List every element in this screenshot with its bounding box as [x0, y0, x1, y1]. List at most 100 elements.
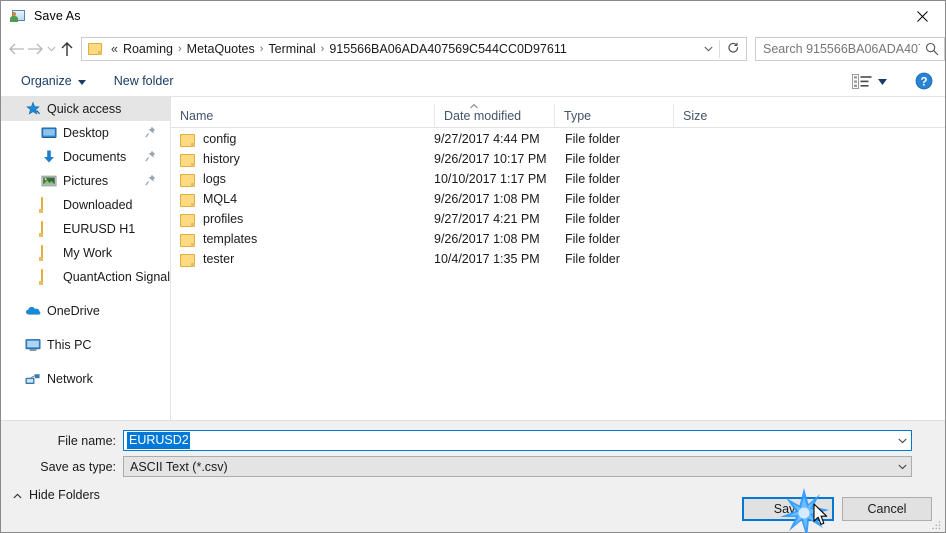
- sidebar-item-label: QuantAction Signal: [63, 270, 171, 284]
- view-list-icon: [852, 73, 872, 89]
- folder-icon: [180, 233, 195, 247]
- save-as-type-label: Save as type:: [40, 459, 116, 474]
- sidebar-item-quantaction-signal[interactable]: QuantAction Signal: [1, 265, 170, 289]
- recent-locations-button[interactable]: [45, 34, 58, 64]
- sidebar-item-downloaded[interactable]: Downloaded: [1, 193, 170, 217]
- arrow-left-icon: [9, 43, 25, 54]
- breadcrumb-roaming[interactable]: Roaming: [120, 42, 176, 56]
- view-mode-button[interactable]: [848, 72, 891, 90]
- sidebar-item-label: Downloaded: [63, 198, 133, 212]
- file-name-label: profiles: [203, 212, 244, 226]
- save-as-icon: [10, 8, 26, 24]
- column-header-type[interactable]: Type: [554, 103, 673, 128]
- table-row[interactable]: config 9/27/2017 4:44 PM File folder: [171, 129, 945, 149]
- file-name-cell[interactable]: history: [171, 152, 434, 167]
- sidebar-item-label: Documents: [63, 150, 127, 164]
- close-button[interactable]: [899, 1, 945, 31]
- folder-icon: [180, 213, 195, 227]
- file-date-cell: 10/10/2017 1:17 PM: [434, 172, 547, 186]
- pictures-icon: [41, 173, 57, 189]
- file-date-cell: 9/26/2017 1:08 PM: [434, 192, 540, 206]
- new-folder-button[interactable]: New folder: [108, 69, 180, 93]
- help-button[interactable]: ?: [915, 72, 933, 90]
- pin-icon[interactable]: [145, 174, 156, 189]
- file-type-cell: File folder: [565, 152, 620, 166]
- breadcrumb-guid[interactable]: 915566BA06ADA407569C544CC0D97611: [326, 42, 569, 56]
- save-button[interactable]: Save: [742, 497, 834, 521]
- file-type-cell: File folder: [565, 232, 620, 246]
- sidebar-item-documents[interactable]: Documents: [1, 145, 170, 169]
- file-name-cell[interactable]: MQL4: [171, 192, 434, 207]
- table-row[interactable]: profiles 9/27/2017 4:21 PM File folder: [171, 209, 945, 229]
- table-row[interactable]: history 9/26/2017 10:17 PM File folder: [171, 149, 945, 169]
- file-name-dropdown-button[interactable]: [894, 431, 911, 450]
- up-button[interactable]: [58, 34, 77, 64]
- file-date-cell: 9/27/2017 4:44 PM: [434, 132, 540, 146]
- forward-button[interactable]: [26, 34, 45, 64]
- search-icon: [920, 42, 944, 56]
- this-pc-icon: [25, 337, 41, 353]
- column-header-size[interactable]: Size: [673, 103, 753, 128]
- file-name-input[interactable]: EURUSD2: [123, 430, 912, 451]
- address-dropdown-button[interactable]: [697, 38, 719, 60]
- column-header-name[interactable]: Name: [171, 104, 434, 128]
- save-as-type-dropdown-button[interactable]: [894, 457, 911, 476]
- folder-icon: [41, 197, 57, 213]
- sidebar-item-label: Desktop: [63, 126, 109, 140]
- file-list-rows: config 9/27/2017 4:44 PM File folder his…: [171, 129, 945, 269]
- sidebar-item-eurusd-h1[interactable]: EURUSD H1: [1, 217, 170, 241]
- file-name-cell[interactable]: config: [171, 132, 434, 147]
- file-name-value: EURUSD2: [127, 432, 190, 449]
- breadcrumb-terminal[interactable]: Terminal: [265, 42, 318, 56]
- folder-icon: [41, 221, 57, 237]
- sidebar-item-onedrive[interactable]: OneDrive: [1, 299, 170, 323]
- pin-icon[interactable]: [145, 150, 156, 165]
- folder-icon: [180, 153, 195, 167]
- file-type-cell: File folder: [565, 172, 620, 186]
- caret-up-icon: [13, 488, 22, 502]
- sidebar-item-desktop[interactable]: Desktop: [1, 121, 170, 145]
- star-pin-icon: [25, 101, 41, 117]
- sidebar-item-network[interactable]: Network: [1, 367, 170, 391]
- file-name-cell[interactable]: templates: [171, 232, 434, 247]
- pin-icon[interactable]: [145, 126, 156, 141]
- table-row[interactable]: tester 10/4/2017 1:35 PM File folder: [171, 249, 945, 269]
- table-row[interactable]: logs 10/10/2017 1:17 PM File folder: [171, 169, 945, 189]
- resize-grip[interactable]: [930, 518, 942, 530]
- save-button-label: Save: [773, 502, 803, 516]
- arrow-right-icon: [28, 43, 43, 54]
- file-type-cell: File folder: [565, 192, 620, 206]
- sidebar-item-pictures[interactable]: Pictures: [1, 169, 170, 193]
- search-input[interactable]: Search 915566BA06ADA40756...: [756, 42, 920, 56]
- folder-icon: [41, 269, 57, 285]
- file-date-cell: 10/4/2017 1:35 PM: [434, 252, 540, 266]
- help-icon: ?: [915, 72, 933, 90]
- file-name-cell[interactable]: profiles: [171, 212, 434, 227]
- onedrive-icon: [25, 303, 41, 319]
- cancel-button[interactable]: Cancel: [842, 497, 932, 521]
- search-box[interactable]: Search 915566BA06ADA40756...: [755, 36, 945, 61]
- sidebar-item-this-pc[interactable]: This PC: [1, 333, 170, 357]
- file-name-cell[interactable]: logs: [171, 172, 434, 187]
- save-as-type-select[interactable]: ASCII Text (*.csv): [123, 456, 912, 477]
- address-bar[interactable]: « Roaming › MetaQuotes › Terminal › 9155…: [81, 36, 747, 61]
- hide-folders-button[interactable]: Hide Folders: [13, 488, 100, 502]
- sidebar-item-label: Quick access: [47, 102, 122, 116]
- table-row[interactable]: MQL4 9/26/2017 1:08 PM File folder: [171, 189, 945, 209]
- breadcrumb-separator: ›: [320, 42, 325, 55]
- close-icon: [916, 10, 928, 22]
- folder-icon: [88, 42, 104, 56]
- chevron-down-icon: [703, 46, 713, 51]
- sidebar-item-quick-access[interactable]: Quick access: [1, 97, 170, 121]
- back-button[interactable]: [7, 34, 26, 64]
- breadcrumb-metaquotes[interactable]: MetaQuotes: [184, 42, 258, 56]
- caret-down-icon: [878, 72, 887, 90]
- column-header-date-modified[interactable]: Date modified: [434, 103, 554, 128]
- refresh-button[interactable]: [720, 38, 746, 60]
- file-name-cell[interactable]: tester: [171, 252, 434, 267]
- sidebar-item-my-work[interactable]: My Work: [1, 241, 170, 265]
- file-name-label: File name:: [57, 433, 116, 448]
- table-row[interactable]: templates 9/26/2017 1:08 PM File folder: [171, 229, 945, 249]
- file-name-label: templates: [203, 232, 258, 246]
- organize-button[interactable]: Organize: [15, 69, 92, 93]
